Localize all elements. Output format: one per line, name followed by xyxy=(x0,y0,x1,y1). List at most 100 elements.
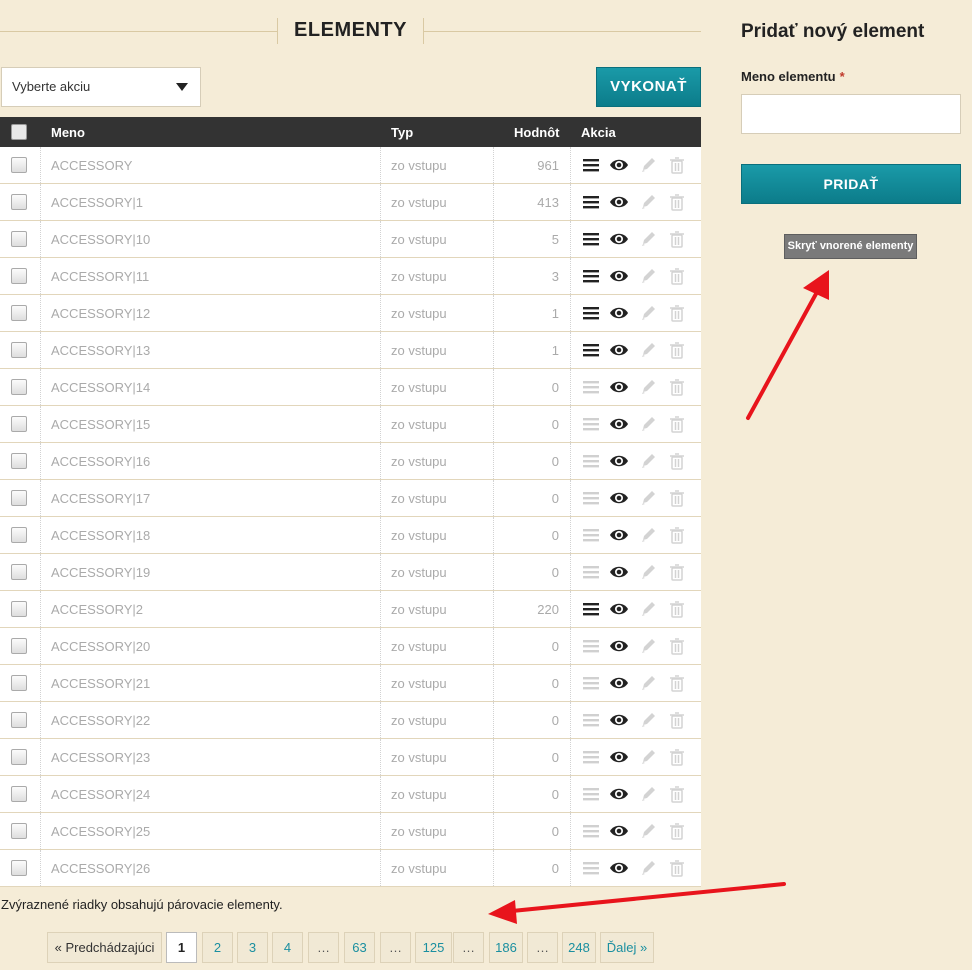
row-checkbox[interactable] xyxy=(11,305,27,321)
pencil-icon[interactable] xyxy=(639,563,659,581)
trash-icon[interactable] xyxy=(667,822,687,840)
list-icon[interactable] xyxy=(581,526,601,544)
trash-icon[interactable] xyxy=(667,341,687,359)
trash-icon[interactable] xyxy=(667,156,687,174)
pencil-icon[interactable] xyxy=(639,637,659,655)
pagination-page[interactable]: 2 xyxy=(202,932,233,963)
pagination-page[interactable]: 125 xyxy=(415,932,452,963)
list-icon[interactable] xyxy=(581,489,601,507)
eye-icon[interactable] xyxy=(609,489,629,507)
list-icon[interactable] xyxy=(581,452,601,470)
trash-icon[interactable] xyxy=(667,193,687,211)
hide-nested-elements-button[interactable]: Skryť vnorené elementy xyxy=(784,234,917,259)
eye-icon[interactable] xyxy=(609,341,629,359)
list-icon[interactable] xyxy=(581,193,601,211)
list-icon[interactable] xyxy=(581,822,601,840)
add-element-button[interactable]: PRIDAŤ xyxy=(741,164,961,204)
row-checkbox[interactable] xyxy=(11,823,27,839)
pagination-next[interactable]: Ďalej » xyxy=(600,932,654,963)
list-icon[interactable] xyxy=(581,304,601,322)
trash-icon[interactable] xyxy=(667,489,687,507)
trash-icon[interactable] xyxy=(667,785,687,803)
eye-icon[interactable] xyxy=(609,193,629,211)
list-icon[interactable] xyxy=(581,378,601,396)
pencil-icon[interactable] xyxy=(639,341,659,359)
pencil-icon[interactable] xyxy=(639,785,659,803)
list-icon[interactable] xyxy=(581,711,601,729)
trash-icon[interactable] xyxy=(667,415,687,433)
list-icon[interactable] xyxy=(581,600,601,618)
trash-icon[interactable] xyxy=(667,267,687,285)
trash-icon[interactable] xyxy=(667,304,687,322)
row-checkbox[interactable] xyxy=(11,675,27,691)
trash-icon[interactable] xyxy=(667,674,687,692)
eye-icon[interactable] xyxy=(609,859,629,877)
list-icon[interactable] xyxy=(581,415,601,433)
eye-icon[interactable] xyxy=(609,674,629,692)
row-checkbox[interactable] xyxy=(11,453,27,469)
row-checkbox[interactable] xyxy=(11,638,27,654)
row-checkbox[interactable] xyxy=(11,268,27,284)
pencil-icon[interactable] xyxy=(639,859,659,877)
list-icon[interactable] xyxy=(581,748,601,766)
row-checkbox[interactable] xyxy=(11,527,27,543)
list-icon[interactable] xyxy=(581,674,601,692)
pagination-page[interactable]: 186 xyxy=(489,932,523,963)
pencil-icon[interactable] xyxy=(639,452,659,470)
pencil-icon[interactable] xyxy=(639,415,659,433)
row-checkbox[interactable] xyxy=(11,379,27,395)
list-icon[interactable] xyxy=(581,341,601,359)
row-checkbox[interactable] xyxy=(11,157,27,173)
eye-icon[interactable] xyxy=(609,600,629,618)
pencil-icon[interactable] xyxy=(639,230,659,248)
column-header-name[interactable]: Meno xyxy=(51,125,85,140)
pencil-icon[interactable] xyxy=(639,156,659,174)
row-checkbox[interactable] xyxy=(11,416,27,432)
element-name-input[interactable] xyxy=(741,94,961,134)
eye-icon[interactable] xyxy=(609,637,629,655)
list-icon[interactable] xyxy=(581,637,601,655)
pencil-icon[interactable] xyxy=(639,822,659,840)
bulk-action-select[interactable]: Vyberte akciu xyxy=(1,67,201,107)
trash-icon[interactable] xyxy=(667,600,687,618)
trash-icon[interactable] xyxy=(667,859,687,877)
row-checkbox[interactable] xyxy=(11,712,27,728)
list-icon[interactable] xyxy=(581,267,601,285)
list-icon[interactable] xyxy=(581,156,601,174)
eye-icon[interactable] xyxy=(609,711,629,729)
eye-icon[interactable] xyxy=(609,304,629,322)
list-icon[interactable] xyxy=(581,230,601,248)
pencil-icon[interactable] xyxy=(639,711,659,729)
pagination-page[interactable]: 3 xyxy=(237,932,268,963)
row-checkbox[interactable] xyxy=(11,564,27,580)
pencil-icon[interactable] xyxy=(639,674,659,692)
row-checkbox[interactable] xyxy=(11,231,27,247)
eye-icon[interactable] xyxy=(609,822,629,840)
eye-icon[interactable] xyxy=(609,230,629,248)
execute-button[interactable]: VYKONAŤ xyxy=(596,67,701,107)
row-checkbox[interactable] xyxy=(11,194,27,210)
row-checkbox[interactable] xyxy=(11,749,27,765)
eye-icon[interactable] xyxy=(609,563,629,581)
eye-icon[interactable] xyxy=(609,785,629,803)
trash-icon[interactable] xyxy=(667,230,687,248)
pencil-icon[interactable] xyxy=(639,526,659,544)
eye-icon[interactable] xyxy=(609,526,629,544)
pagination-page[interactable]: 1 xyxy=(166,932,197,963)
pencil-icon[interactable] xyxy=(639,748,659,766)
eye-icon[interactable] xyxy=(609,378,629,396)
list-icon[interactable] xyxy=(581,859,601,877)
eye-icon[interactable] xyxy=(609,415,629,433)
pagination-page[interactable]: 248 xyxy=(562,932,596,963)
pencil-icon[interactable] xyxy=(639,193,659,211)
pagination-page[interactable]: 4 xyxy=(272,932,303,963)
eye-icon[interactable] xyxy=(609,267,629,285)
pencil-icon[interactable] xyxy=(639,378,659,396)
list-icon[interactable] xyxy=(581,563,601,581)
pencil-icon[interactable] xyxy=(639,600,659,618)
row-checkbox[interactable] xyxy=(11,786,27,802)
pagination-page[interactable]: 63 xyxy=(344,932,375,963)
eye-icon[interactable] xyxy=(609,452,629,470)
trash-icon[interactable] xyxy=(667,563,687,581)
trash-icon[interactable] xyxy=(667,378,687,396)
